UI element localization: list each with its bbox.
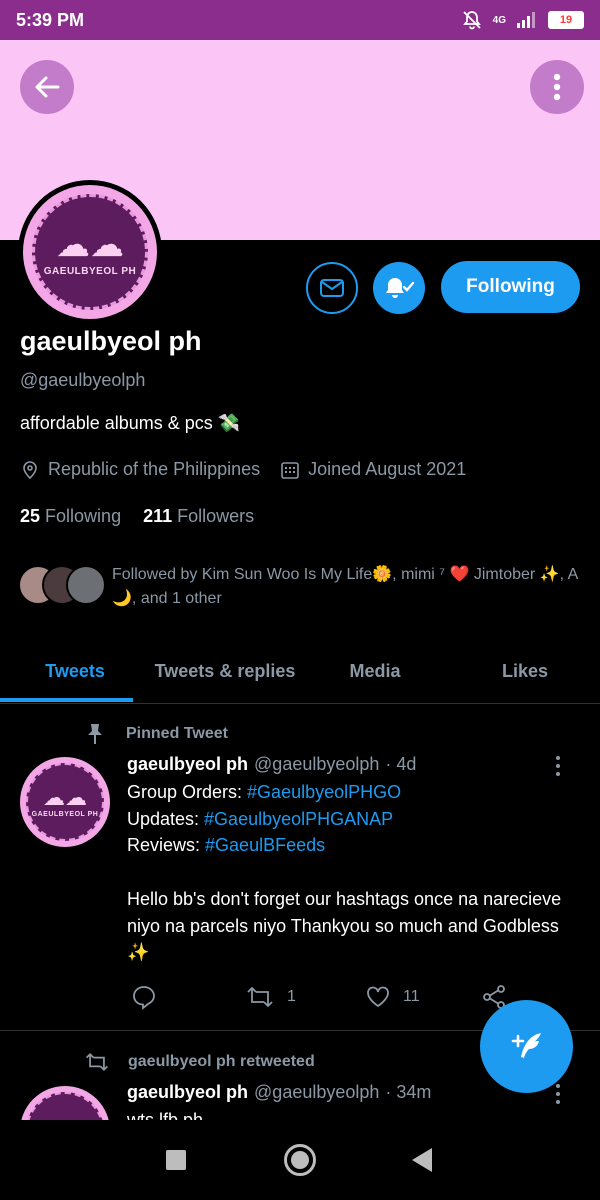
tweet-text: wts lfb ph — [127, 1110, 204, 1120]
active-tab-indicator — [0, 698, 133, 702]
retweet-icon — [85, 1052, 109, 1072]
notifications-button[interactable] — [373, 262, 425, 314]
tweet-actions: 1 11 — [127, 984, 527, 1012]
followed-by-text: Followed by Kim Sun Woo Is My Life🌼, mim… — [112, 566, 579, 607]
network-label: 4G — [492, 14, 506, 26]
follower-avatars — [18, 563, 108, 607]
tweet-body: Group Orders: #GaeulbyeolPHGO Updates: #… — [127, 779, 577, 966]
profile-location: Republic of the Philippines — [48, 459, 261, 479]
retweet-icon — [247, 986, 273, 1008]
tweet-time: · 4d — [385, 754, 417, 774]
tweet-author-handle: @gaeulbyeolph — [254, 754, 380, 774]
profile-name: gaeulbyeol ph — [20, 326, 202, 356]
retweet-count: 1 — [287, 988, 296, 1005]
tweet-author-name[interactable]: gaeulbyeol ph — [127, 1082, 248, 1103]
tweet-header: gaeulbyeol ph @gaeulbyeolph · 34m — [127, 1082, 431, 1103]
tweet-message: Hello bb's don't forget our hashtags onc… — [127, 888, 562, 963]
tab-media[interactable]: Media — [300, 640, 450, 703]
cloud-icon: ☁☁ — [43, 784, 87, 810]
reply-button[interactable] — [131, 984, 157, 1010]
tweet-header: gaeulbyeol ph @gaeulbyeolph · 4d — [127, 754, 416, 775]
home-button[interactable] — [284, 1144, 316, 1176]
compose-feather-icon — [511, 1032, 541, 1058]
retweeted-label-row: gaeulbyeol ph retweeted — [84, 1050, 315, 1074]
follow-counts: 25 Following 211 Followers — [20, 506, 254, 527]
tab-likes[interactable]: Likes — [450, 640, 600, 703]
retweeted-label: gaeulbyeol ph retweeted — [128, 1053, 315, 1070]
profile-handle: @gaeulbyeolph — [20, 370, 146, 390]
mute-bell-icon — [462, 11, 481, 30]
pin-icon — [88, 724, 102, 744]
tweet-avatar[interactable]: ☁☁ — [20, 1086, 110, 1120]
hashtag-link[interactable]: #GaeulBFeeds — [205, 835, 325, 855]
followers-label: Followers — [177, 506, 255, 526]
following-count: 25 — [20, 506, 41, 526]
like-count: 11 — [403, 988, 420, 1005]
system-back-button[interactable] — [412, 1148, 432, 1172]
following-count-link[interactable]: 25 Following — [20, 506, 121, 527]
hashtag-link[interactable]: #GaeulbyeolPHGANAP — [204, 809, 393, 829]
cloud-icon: ☁☁ — [56, 225, 124, 264]
tweet-time: · 34m — [385, 1082, 432, 1102]
back-button[interactable] — [20, 60, 74, 114]
like-button[interactable]: 11 — [365, 984, 420, 1010]
retweet-button[interactable]: 1 — [245, 984, 296, 1010]
profile-tabs: Tweets Tweets & replies Media Likes — [0, 640, 600, 704]
following-button[interactable]: Following — [441, 261, 580, 313]
more-options-button[interactable] — [530, 60, 584, 114]
signal-icon — [517, 12, 535, 28]
profile-bio: affordable albums & pcs 💸 — [20, 413, 241, 433]
more-vertical-icon — [553, 73, 561, 101]
pinned-label-row: Pinned Tweet — [84, 722, 228, 746]
avatar-logo-text: GAEULBYEOL PH — [31, 810, 99, 818]
message-button[interactable] — [306, 262, 358, 314]
recent-apps-button[interactable] — [166, 1150, 186, 1170]
heart-icon — [367, 986, 389, 1008]
envelope-icon — [320, 279, 344, 297]
avatar — [66, 565, 106, 605]
tweet-line-label: Reviews: — [127, 835, 206, 856]
followers-count-link[interactable]: 211 Followers — [143, 506, 254, 527]
pinned-tweet-label: Pinned Tweet — [126, 725, 228, 742]
compose-tweet-button[interactable] — [480, 1000, 573, 1093]
tweet-author-name[interactable]: gaeulbyeol ph — [127, 754, 248, 775]
hashtag-link[interactable]: #GaeulbyeolPHGO — [247, 782, 401, 802]
followers-count: 211 — [143, 506, 173, 526]
battery-icon: 19 — [548, 11, 584, 29]
tweet-more-button[interactable] — [556, 1084, 560, 1104]
calendar-icon — [281, 461, 299, 479]
avatar-logo-text: GAEULBYEOL PH — [43, 265, 137, 277]
tweet-author-handle: @gaeulbyeolph — [254, 1082, 380, 1102]
profile-meta: Republic of the Philippines Joined Augus… — [20, 459, 486, 480]
bell-check-icon — [386, 278, 415, 298]
tweet-line-label: Updates: — [127, 808, 205, 829]
tab-tweets-replies[interactable]: Tweets & replies — [150, 640, 300, 703]
reply-icon — [133, 986, 155, 1010]
battery-level: 19 — [559, 14, 573, 26]
arrow-left-icon — [35, 76, 60, 98]
tab-tweets[interactable]: Tweets — [0, 640, 150, 703]
profile-avatar[interactable]: ☁☁ GAEULBYEOL PH — [18, 180, 162, 324]
followed-by-row[interactable]: Followed by Kim Sun Woo Is My Life🌼, mim… — [18, 563, 588, 611]
status-icons: 4G 19 — [461, 9, 584, 31]
tweet-line-label: Group Orders: — [127, 782, 248, 802]
status-bar: 5:39 PM 4G 19 — [0, 0, 600, 40]
avatar-logo: ☁☁ GAEULBYEOL PH — [32, 194, 148, 310]
tweet-avatar[interactable]: ☁☁ GAEULBYEOL PH — [20, 757, 110, 847]
status-time: 5:39 PM — [16, 9, 85, 30]
location-pin-icon — [23, 460, 37, 479]
tweet-more-button[interactable] — [556, 756, 560, 776]
profile-joined: Joined August 2021 — [308, 459, 467, 479]
following-label: Following — [45, 506, 122, 526]
